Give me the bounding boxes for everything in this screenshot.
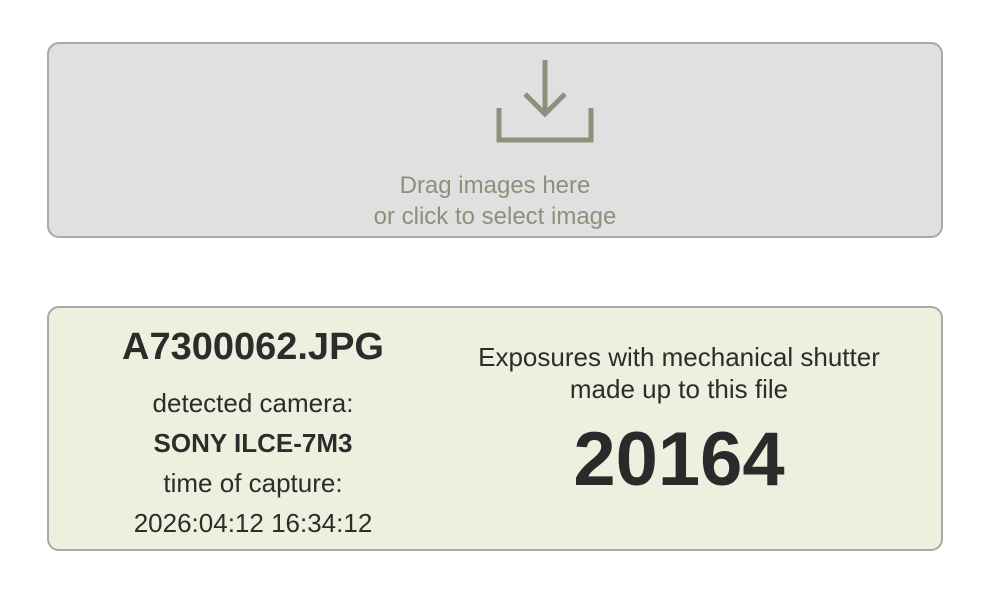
camera-model: SONY ILCE-7M3 xyxy=(153,428,353,458)
result-panel: A7300062.JPG detected camera: SONY ILCE-… xyxy=(47,306,943,551)
image-dropzone[interactable]: Drag images here or click to select imag… xyxy=(47,42,943,238)
dropzone-text-drag: Drag images here xyxy=(399,172,591,199)
camera-label: detected camera: xyxy=(152,388,354,418)
file-name: A7300062.JPG xyxy=(122,326,384,368)
download-icon xyxy=(496,60,594,143)
exposures-label-line2: made up to this file xyxy=(569,374,789,404)
capture-time-label: time of capture: xyxy=(163,468,343,498)
shutter-count: 20164 xyxy=(573,417,785,502)
dropzone-text-click: or click to select image xyxy=(373,203,617,230)
capture-time: 2026:04:12 16:34:12 xyxy=(133,508,373,538)
exposures-label-line1: Exposures with mechanical shutter xyxy=(478,342,880,372)
